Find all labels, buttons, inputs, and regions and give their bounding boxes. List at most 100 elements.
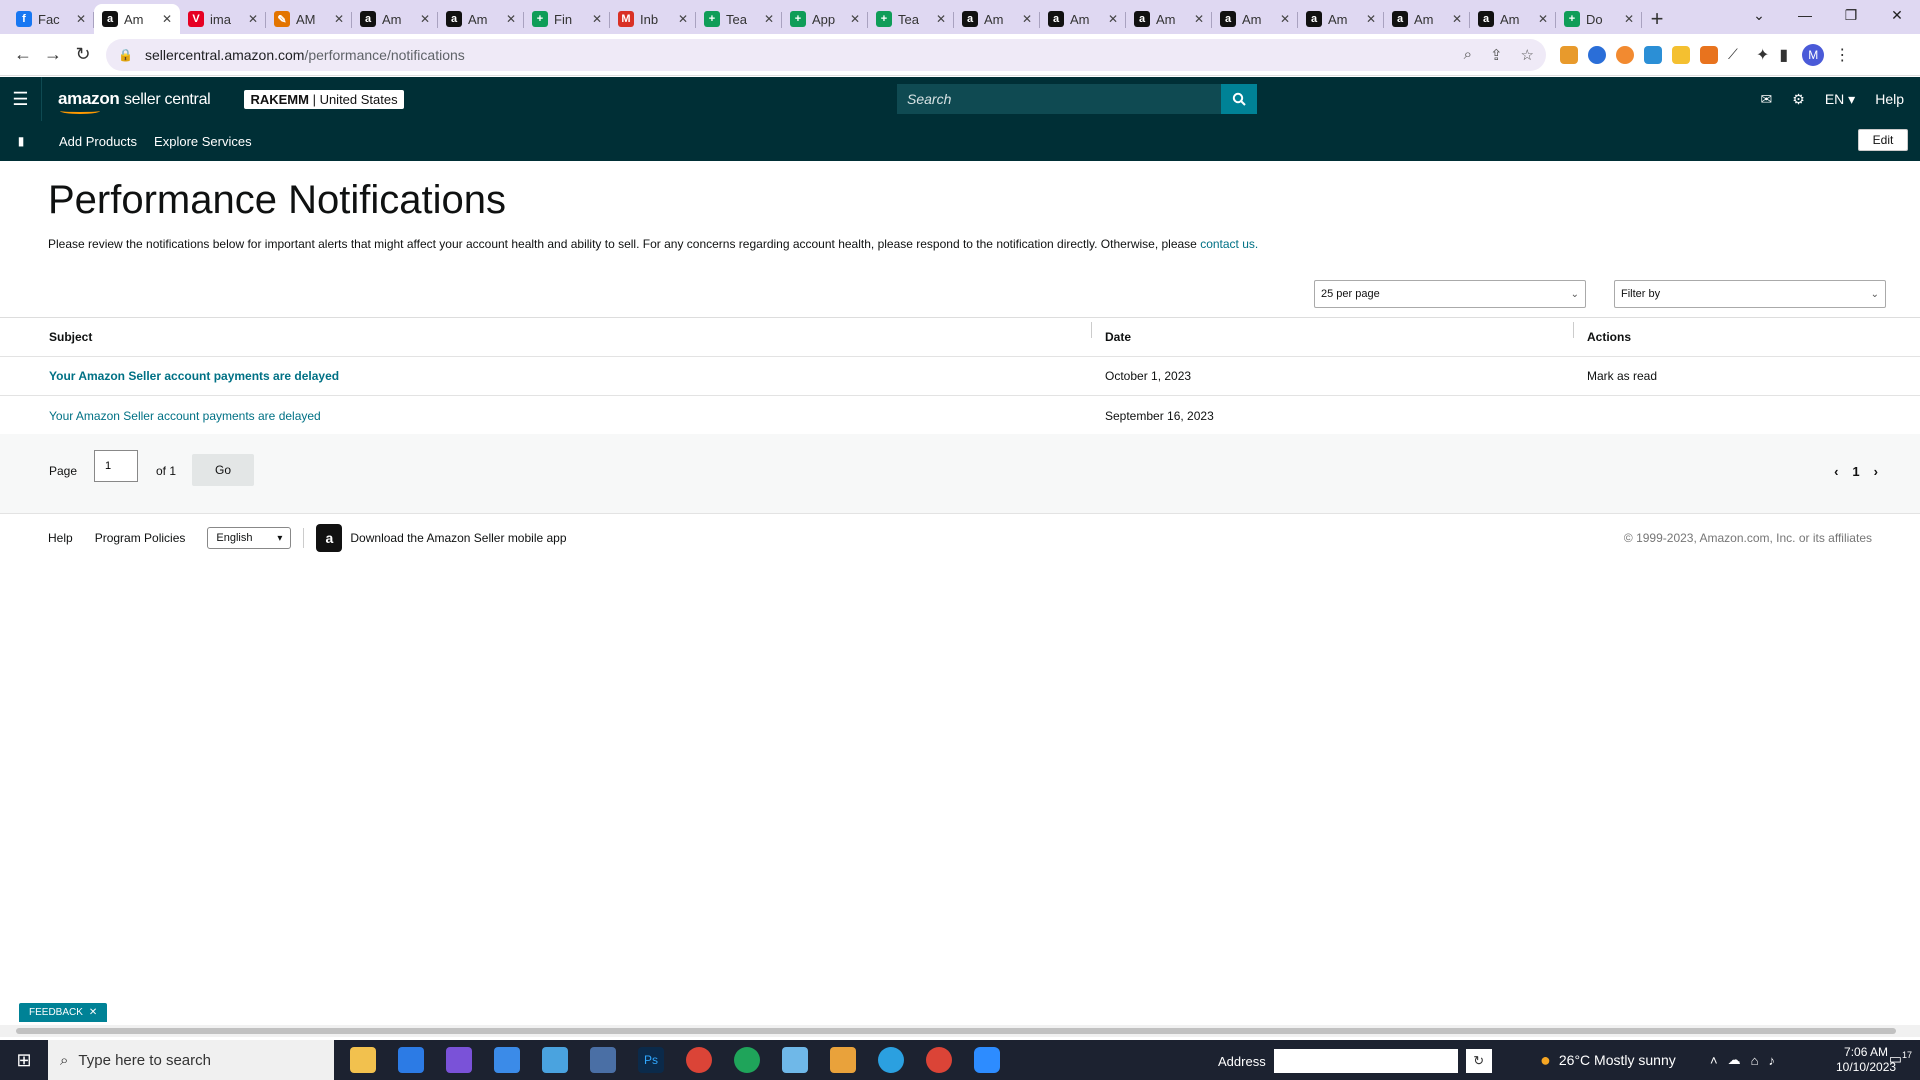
close-window-button[interactable]: ✕ (1874, 0, 1920, 30)
tab-search-icon[interactable]: ⌄ (1736, 0, 1782, 30)
browser-tab[interactable]: Vima ✕ (180, 4, 266, 34)
network-icon[interactable]: ⌂ (1751, 1053, 1759, 1068)
browser-tab[interactable]: f Fac ✕ (8, 4, 94, 34)
extension-icon[interactable]: ⟋ (1728, 45, 1746, 64)
side-panel-icon[interactable]: ▮ (1779, 45, 1788, 65)
browser-tab[interactable]: + Do ✕ (1556, 4, 1642, 34)
browser-tab[interactable]: a Am ✕ (1298, 4, 1384, 34)
browser-tab[interactable]: a Am ✕ (954, 4, 1040, 34)
language-selector[interactable]: EN ▾ (1825, 91, 1855, 108)
weather-widget[interactable]: ● 26°C Mostly sunny (1540, 1040, 1676, 1080)
calculator-icon[interactable] (590, 1047, 616, 1073)
browser-tab[interactable]: + Tea ✕ (696, 4, 782, 34)
refresh-icon[interactable]: ↻ (1465, 1049, 1492, 1073)
minimize-button[interactable]: — (1782, 0, 1828, 30)
extension-icon[interactable] (1616, 45, 1634, 64)
browser-tab[interactable]: a Am ✕ (1384, 4, 1470, 34)
cloud-icon[interactable]: ☁ (1728, 1052, 1741, 1068)
extension-icon[interactable] (1672, 45, 1690, 64)
close-tab-icon[interactable]: ✕ (1538, 12, 1548, 26)
close-tab-icon[interactable]: ✕ (162, 12, 172, 26)
program-policies-link[interactable]: Program Policies (95, 531, 186, 545)
zoom-app-icon[interactable] (974, 1047, 1000, 1073)
close-tab-icon[interactable]: ✕ (1194, 12, 1204, 26)
browser-tab[interactable]: a Am ✕ (1470, 4, 1556, 34)
mail-icon[interactable]: ✉ (1761, 91, 1773, 108)
close-tab-icon[interactable]: ✕ (1452, 12, 1462, 26)
browser-tab[interactable]: + Fin ✕ (524, 4, 610, 34)
close-tab-icon[interactable]: ✕ (936, 12, 946, 26)
notification-subject-link[interactable]: Your Amazon Seller account payments are … (49, 369, 339, 383)
chevron-right-icon[interactable]: › (1874, 464, 1878, 479)
close-tab-icon[interactable]: ✕ (334, 12, 344, 26)
back-icon[interactable]: ← (8, 40, 38, 70)
close-tab-icon[interactable]: ✕ (248, 12, 258, 26)
notification-subject-link[interactable]: Your Amazon Seller account payments are … (49, 409, 321, 423)
browser-tab[interactable]: a Am ✕ (352, 4, 438, 34)
browser-tab[interactable]: a Am ✕ (1126, 4, 1212, 34)
forward-icon[interactable]: → (38, 40, 68, 70)
current-page-number[interactable]: 1 (1852, 464, 1859, 479)
extension-icon[interactable] (1560, 45, 1578, 64)
browser-tab[interactable]: a Am ✕ (94, 4, 180, 34)
profile-avatar[interactable]: M (1802, 43, 1825, 66)
download-app-link[interactable]: Download the Amazon Seller mobile app (350, 531, 566, 545)
close-tab-icon[interactable]: ✕ (420, 12, 430, 26)
column-header-date[interactable]: Date (1092, 322, 1574, 344)
app-icon[interactable] (446, 1047, 472, 1073)
notification-center-icon[interactable]: ▭17 (1889, 1050, 1912, 1068)
taskbar-search[interactable]: ⌕ Type here to search (48, 1040, 334, 1080)
footer-language-select[interactable]: English ▾ (207, 527, 292, 549)
close-tab-icon[interactable]: ✕ (1022, 12, 1032, 26)
seller-app-icon[interactable]: a (316, 524, 343, 552)
extension-icon[interactable] (1644, 45, 1662, 64)
mail-app-icon[interactable] (398, 1047, 424, 1073)
extension-icon[interactable] (1588, 45, 1606, 64)
browser-tab[interactable]: ✎ AM ✕ (266, 4, 352, 34)
nav-explore-services[interactable]: Explore Services (154, 134, 252, 149)
chrome-icon[interactable] (926, 1047, 952, 1073)
browser-tab[interactable]: + Tea ✕ (868, 4, 954, 34)
app-icon[interactable] (782, 1047, 808, 1073)
close-tab-icon[interactable]: ✕ (1108, 12, 1118, 26)
share-icon[interactable]: ⇪ (1490, 46, 1503, 64)
go-button[interactable]: Go (192, 454, 254, 486)
chevron-left-icon[interactable]: ‹ (1834, 464, 1838, 479)
app-icon[interactable] (830, 1047, 856, 1073)
browser-tab[interactable]: a Am ✕ (1212, 4, 1298, 34)
puzzle-icon[interactable]: ✦ (1756, 45, 1769, 65)
maximize-button[interactable]: ❐ (1828, 0, 1874, 30)
file-explorer-icon[interactable] (350, 1047, 376, 1073)
close-tab-icon[interactable]: ✕ (764, 12, 774, 26)
reload-icon[interactable]: ↻ (68, 40, 98, 70)
taskbar-address-input[interactable] (1273, 1049, 1458, 1073)
taskbar-clock[interactable]: 7:06 AM 10/10/2023 (1836, 1045, 1896, 1075)
close-tab-icon[interactable]: ✕ (592, 12, 602, 26)
chrome-icon[interactable] (686, 1047, 712, 1073)
windows-start-icon[interactable]: ⊞ (0, 1050, 48, 1071)
photoshop-icon[interactable]: Ps (638, 1047, 664, 1073)
address-bar[interactable]: 🔒 sellercentral.amazon.com/performance/n… (106, 38, 1546, 71)
app-icon[interactable] (542, 1047, 568, 1073)
chevron-up-icon[interactable]: ˄ (1710, 1053, 1718, 1068)
merchant-switcher[interactable]: RAKEMM | United States (244, 89, 404, 109)
browser-tab[interactable]: + App ✕ (782, 4, 868, 34)
extension-icon[interactable] (1700, 45, 1718, 64)
horizontal-scrollbar[interactable] (0, 1025, 1920, 1037)
contact-us-link[interactable]: contact us. (1200, 237, 1258, 251)
store-icon[interactable] (494, 1047, 520, 1073)
new-tab-button[interactable]: + (1642, 4, 1672, 34)
close-tab-icon[interactable]: ✕ (506, 12, 516, 26)
browser-tab[interactable]: a Am ✕ (438, 4, 524, 34)
close-icon[interactable]: ✕ (89, 1007, 97, 1018)
hamburger-menu-icon[interactable]: ☰ (0, 77, 42, 121)
feedback-button[interactable]: FEEDBACK ✕ (19, 1003, 108, 1022)
page-number-input[interactable] (94, 450, 138, 482)
close-tab-icon[interactable]: ✕ (850, 12, 860, 26)
close-tab-icon[interactable]: ✕ (1366, 12, 1376, 26)
scrollbar-thumb[interactable] (16, 1028, 1896, 1034)
gear-icon[interactable]: ⚙ (1792, 91, 1805, 108)
telegram-icon[interactable] (878, 1047, 904, 1073)
amazon-seller-central-logo[interactable]: amazon seller central (58, 89, 211, 114)
filter-select[interactable]: Filter by ⌄ (1614, 280, 1886, 308)
